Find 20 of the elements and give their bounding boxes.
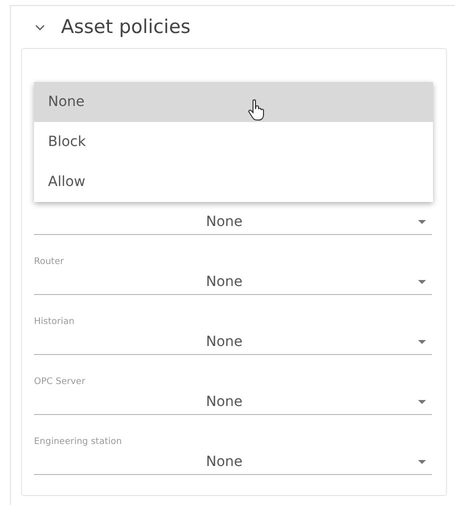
caret-icon — [418, 220, 426, 224]
select-field[interactable]: None — [34, 389, 432, 415]
caret-icon — [418, 280, 426, 284]
caret-icon — [418, 400, 426, 404]
menu-item[interactable]: Allow — [34, 162, 433, 202]
caret-icon — [418, 340, 426, 344]
menu-item[interactable]: Block — [34, 122, 433, 162]
select-field[interactable]: None — [34, 449, 432, 475]
caret-icon — [418, 460, 426, 464]
field-label: Historian — [34, 316, 76, 329]
hand-cursor-icon — [247, 99, 265, 121]
field-label: Router — [34, 256, 65, 269]
menu-item[interactable]: None — [34, 82, 433, 122]
select-field[interactable]: None — [34, 329, 432, 355]
select-field[interactable]: None — [34, 269, 432, 295]
section-title: Asset policies — [61, 16, 191, 38]
field-label: OPC Server — [34, 376, 86, 389]
chevron-icon[interactable] — [35, 24, 45, 30]
select-field[interactable]: None — [34, 209, 432, 235]
field-label: Engineering station — [34, 436, 123, 449]
